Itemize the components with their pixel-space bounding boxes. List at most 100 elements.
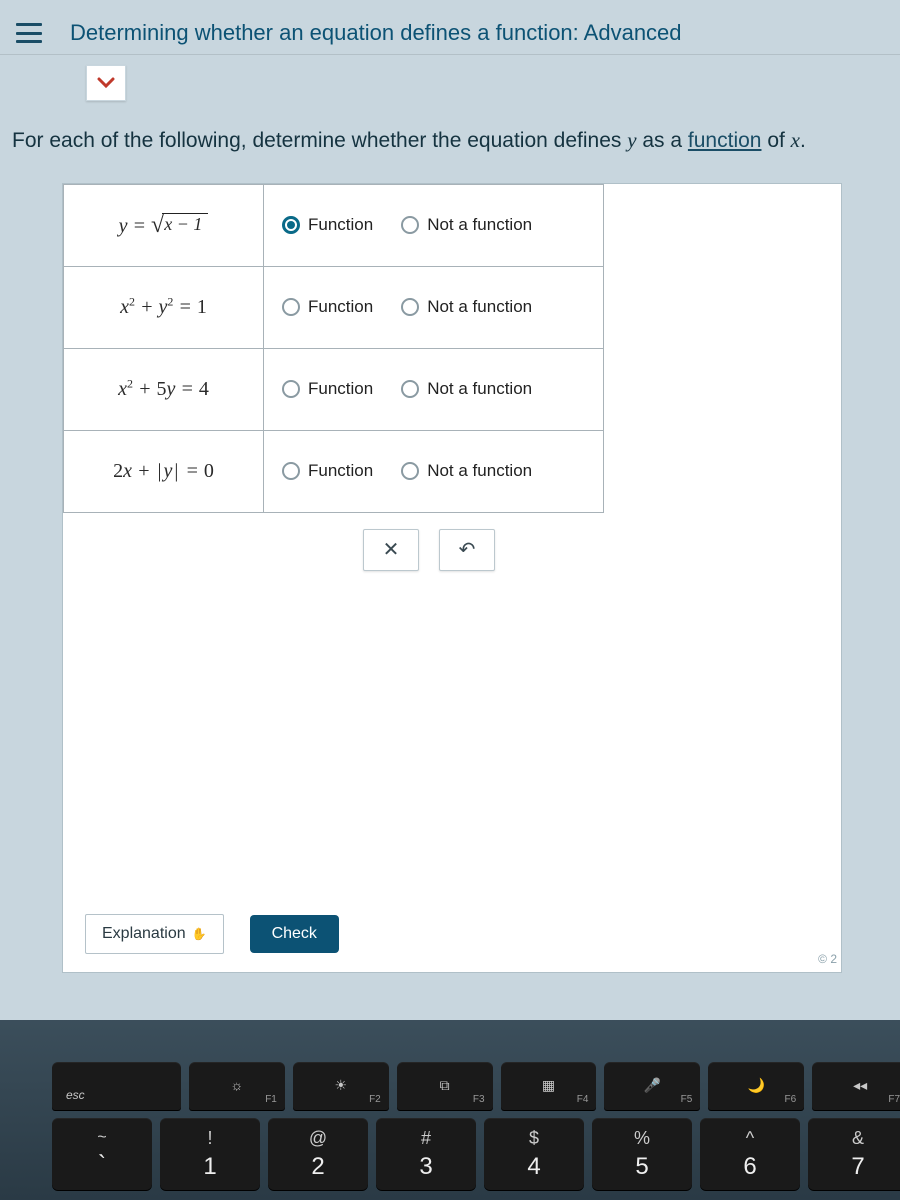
key-bot: 3 <box>419 1153 432 1181</box>
chevron-down-icon <box>97 77 115 89</box>
key-bot: 1 <box>203 1153 216 1181</box>
launchpad-icon: ▦ <box>542 1077 555 1094</box>
equation-cell: x2 + 5y = 4 <box>64 348 264 430</box>
brightness-down-icon: ☼ <box>231 1077 244 1093</box>
key-label: F1 <box>265 1094 277 1105</box>
key-5[interactable]: %5 <box>592 1118 692 1190</box>
radio-not-function[interactable]: Not a function <box>401 297 532 317</box>
radio-label: Not a function <box>427 297 532 317</box>
workspace: y = √x − 1 Function Not a function x2 + … <box>62 183 842 973</box>
table-row: 2x + |y| = 0 Function Not a function <box>64 430 604 512</box>
radio-not-function[interactable]: Not a function <box>401 461 532 481</box>
undo-icon: ↶ <box>459 537 476 562</box>
key-f1[interactable]: ☼ F1 <box>189 1062 285 1110</box>
function-row: esc ☼ F1 ☀F2 ⧉ F3 ▦ F4 🎤 F5 🌙 F6 ◂◂ F7 <box>28 1040 900 1110</box>
prompt-x: x <box>791 128 800 152</box>
options-cell: Function Not a function <box>264 348 604 430</box>
key-f6[interactable]: 🌙 F6 <box>708 1062 804 1110</box>
key-label: F4 <box>577 1094 589 1105</box>
radio-label: Function <box>308 461 373 481</box>
page-title: Determining whether an equation defines … <box>70 20 682 46</box>
key-f5[interactable]: 🎤 F5 <box>604 1062 700 1110</box>
key-esc[interactable]: esc <box>52 1062 181 1110</box>
key-top: ~ <box>97 1129 106 1147</box>
prompt-suffix: of <box>761 129 790 152</box>
clear-button[interactable]: ✕ <box>363 529 419 571</box>
mic-icon: 🎤 <box>644 1077 661 1094</box>
key-bot: 6 <box>743 1153 756 1181</box>
prompt-text: For each of the following, determine whe… <box>0 107 900 165</box>
key-label: F6 <box>785 1094 797 1105</box>
key-f3[interactable]: ⧉ F3 <box>397 1062 493 1110</box>
key-f7[interactable]: ◂◂ F7 <box>812 1062 900 1110</box>
key-label: F7 <box>888 1094 900 1105</box>
key-bot: 5 <box>635 1153 648 1181</box>
radio-function[interactable]: Function <box>282 461 373 481</box>
equation-table: y = √x − 1 Function Not a function x2 + … <box>63 184 604 513</box>
radio-function[interactable]: Function <box>282 379 373 399</box>
key-7[interactable]: &7 <box>808 1118 900 1190</box>
key-bot: ` <box>98 1151 106 1179</box>
menu-icon[interactable] <box>16 23 42 43</box>
check-button[interactable]: Check <box>250 915 339 953</box>
key-top: % <box>634 1128 650 1149</box>
options-cell: Function Not a function <box>264 266 604 348</box>
key-1[interactable]: !1 <box>160 1118 260 1190</box>
key-top: ! <box>207 1128 212 1149</box>
options-cell: Function Not a function <box>264 430 604 512</box>
dropdown-toggle[interactable] <box>86 65 126 101</box>
key-2[interactable]: @2 <box>268 1118 368 1190</box>
radio-label: Function <box>308 215 373 235</box>
function-link[interactable]: function <box>688 129 762 152</box>
key-top: $ <box>529 1128 539 1149</box>
prompt-prefix: For each of the following, determine whe… <box>12 129 627 152</box>
radio-not-function[interactable]: Not a function <box>401 379 532 399</box>
key-top: ^ <box>746 1128 754 1149</box>
key-label: F5 <box>681 1094 693 1105</box>
equation-cell: 2x + |y| = 0 <box>64 430 264 512</box>
key-bot: 7 <box>851 1153 864 1181</box>
key-top: @ <box>309 1128 327 1149</box>
prompt-period: . <box>800 129 806 152</box>
key-f2[interactable]: ☀F2 <box>293 1062 389 1110</box>
radio-label: Not a function <box>427 379 532 399</box>
radio-label: Function <box>308 379 373 399</box>
cursor-icon: ✋ <box>192 927 207 941</box>
key-f4[interactable]: ▦ F4 <box>501 1062 597 1110</box>
prompt-mid: as a <box>637 129 688 152</box>
undo-button[interactable]: ↶ <box>439 529 495 571</box>
copyright: © 2 <box>818 952 837 966</box>
table-row: x2 + 5y = 4 Function Not a function <box>64 348 604 430</box>
key-3[interactable]: #3 <box>376 1118 476 1190</box>
key-6[interactable]: ^6 <box>700 1118 800 1190</box>
key-bot: 4 <box>527 1153 540 1181</box>
table-row: y = √x − 1 Function Not a function <box>64 184 604 266</box>
dnd-icon: 🌙 <box>748 1077 765 1094</box>
key-bot: 2 <box>311 1153 324 1181</box>
key-label: F3 <box>473 1094 485 1105</box>
explanation-button[interactable]: Explanation ✋ <box>85 914 224 954</box>
table-row: x2 + y2 = 1 Function Not a function <box>64 266 604 348</box>
number-row: ~` !1 @2 #3 $4 %5 ^6 &7 <box>28 1110 900 1200</box>
mission-control-icon: ⧉ <box>440 1077 450 1094</box>
radio-not-function[interactable]: Not a function <box>401 215 532 235</box>
key-label: F2 <box>369 1094 381 1105</box>
equation-cell: y = √x − 1 <box>64 184 264 266</box>
options-cell: Function Not a function <box>264 184 604 266</box>
key-top: & <box>852 1128 864 1149</box>
key-label: esc <box>66 1088 85 1102</box>
key-tilde[interactable]: ~` <box>52 1118 152 1190</box>
prompt-y: y <box>627 128 636 152</box>
x-icon: ✕ <box>383 537 400 562</box>
radio-function[interactable]: Function <box>282 297 373 317</box>
radio-label: Not a function <box>427 215 532 235</box>
equation-cell: x2 + y2 = 1 <box>64 266 264 348</box>
radio-label: Function <box>308 297 373 317</box>
radio-label: Not a function <box>427 461 532 481</box>
key-top: # <box>421 1128 431 1149</box>
rewind-icon: ◂◂ <box>853 1077 867 1094</box>
radio-function[interactable]: Function <box>282 215 373 235</box>
key-4[interactable]: $4 <box>484 1118 584 1190</box>
explanation-label: Explanation <box>102 925 186 942</box>
keyboard: esc ☼F1 ☀F2 ⧉F3 ▦F4 🎤F5 🌙F6 ◂◂F7 ~` !1 @… <box>28 1040 900 1200</box>
